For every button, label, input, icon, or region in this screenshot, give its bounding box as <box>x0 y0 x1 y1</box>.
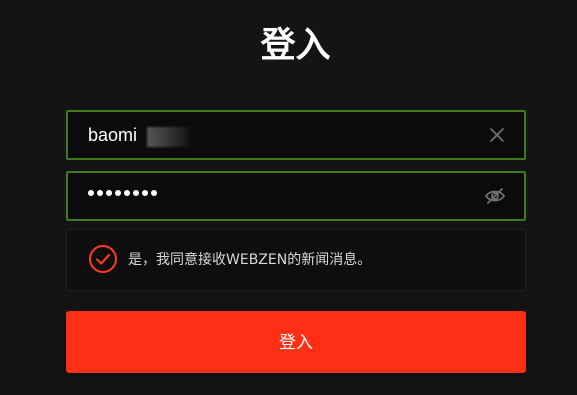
page-title: 登入 <box>260 26 331 66</box>
redacted-text-mask <box>147 127 191 147</box>
password-masked-value <box>88 190 157 196</box>
username-field[interactable]: baomi <box>66 110 526 160</box>
password-field[interactable] <box>66 171 526 221</box>
check-circle-icon[interactable] <box>88 244 118 274</box>
username-value: baomi <box>88 125 138 145</box>
consent-label: 是，我同意接收WEBZEN的新闻消息。 <box>128 252 372 268</box>
close-icon[interactable] <box>488 126 506 144</box>
consent-checkbox-row[interactable]: 是，我同意接收WEBZEN的新闻消息。 <box>66 229 526 291</box>
login-button[interactable]: 登入 <box>66 311 526 373</box>
eye-off-icon[interactable] <box>484 187 506 205</box>
login-page: 登入 baomi 是，我同意接收WEBZEN的新闻消息。 登入 <box>0 0 577 395</box>
